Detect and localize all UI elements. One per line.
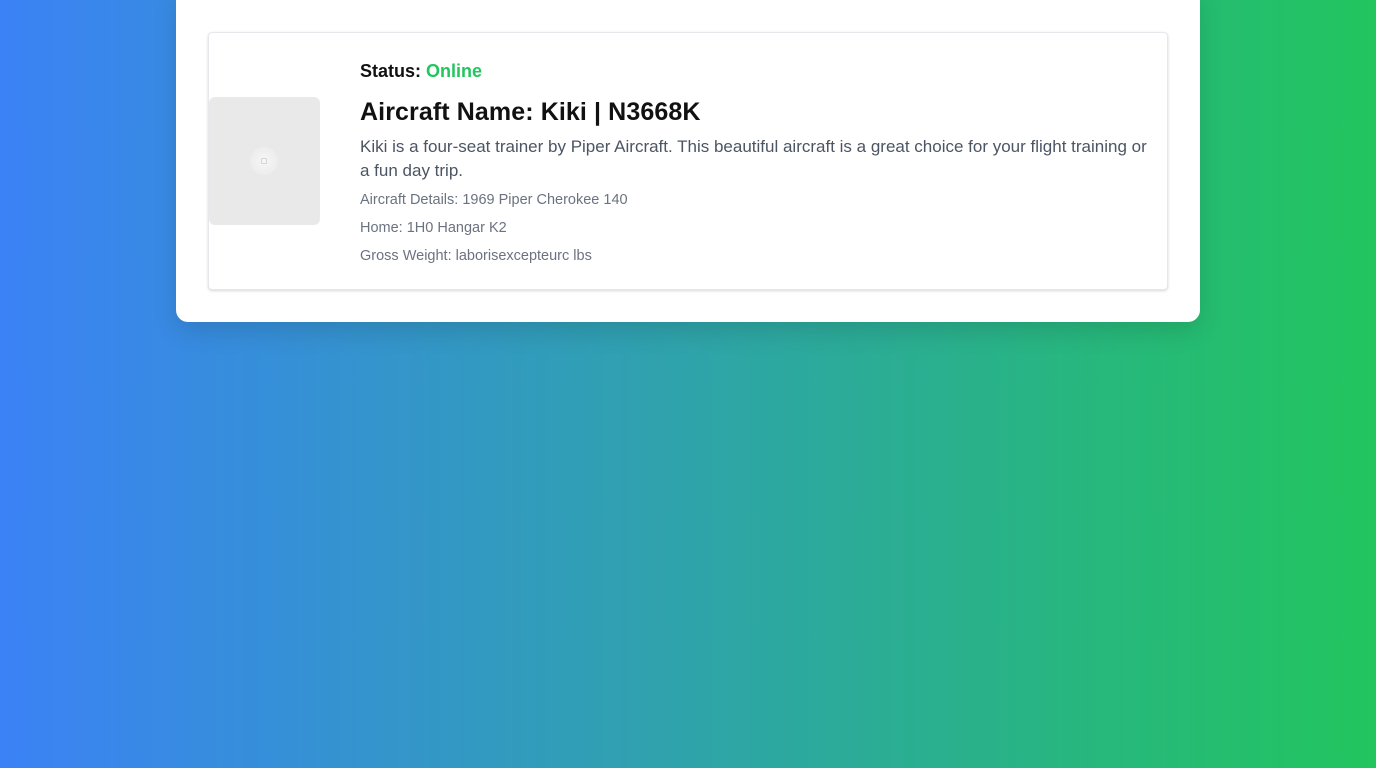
aircraft-gross-weight: Gross Weight: laborisexcepteurc lbs bbox=[360, 248, 592, 264]
status-value: Online bbox=[426, 61, 483, 81]
aircraft-image bbox=[209, 97, 320, 225]
image-placeholder-icon bbox=[250, 147, 278, 175]
aircraft-info: Status: Online Aircraft Name: Kiki | N36… bbox=[360, 59, 1150, 266]
aircraft-home: Home: 1H0 Hangar K2 bbox=[360, 220, 507, 236]
aircraft-description: Kiki is a four-seat trainer by Piper Air… bbox=[360, 137, 1147, 180]
aircraft-card[interactable]: Status: Online Aircraft Name: Kiki | N36… bbox=[208, 32, 1168, 290]
aircraft-details: Aircraft Details: 1969 Piper Cherokee 14… bbox=[360, 192, 628, 208]
status-label: Status: bbox=[360, 61, 422, 81]
status-line: Status: Online bbox=[360, 59, 1150, 83]
main-panel: Status: Online Aircraft Name: Kiki | N36… bbox=[176, 0, 1200, 322]
aircraft-name: Aircraft Name: Kiki | N3668K bbox=[360, 98, 701, 126]
